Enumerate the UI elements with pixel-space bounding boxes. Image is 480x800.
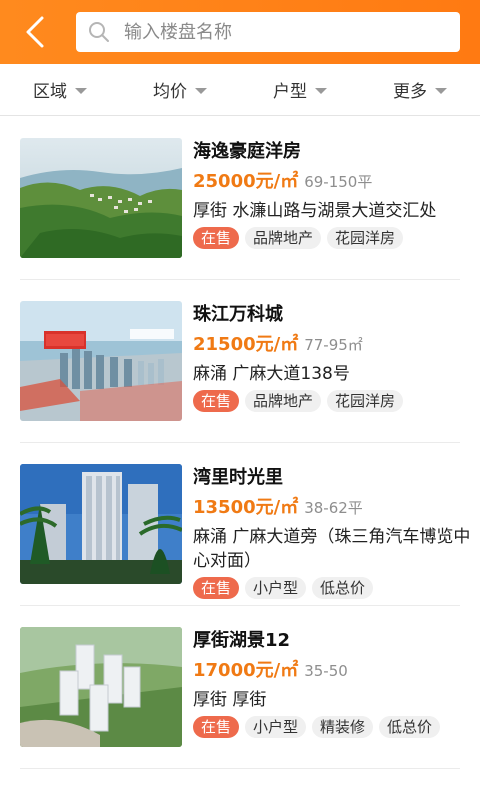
listing-info: 湾里时光里 13500元/㎡ 38-62平 麻涌 广麻大道旁（珠三角汽车博览中心对…: [193, 465, 473, 599]
filter-price[interactable]: 均价: [120, 64, 240, 115]
listing-card[interactable]: 海逸豪庭洋房 25000元/㎡ 69-150平 厚街 水濂山路与湖景大道交汇处 在…: [0, 117, 480, 280]
feature-tag: 品牌地产: [245, 390, 322, 412]
listing-info: 海逸豪庭洋房 25000元/㎡ 69-150平 厚街 水濂山路与湖景大道交汇处 在…: [193, 139, 473, 249]
status-badge: 在售: [193, 227, 240, 249]
filter-label: 更多: [393, 82, 427, 102]
status-badge: 在售: [193, 716, 240, 738]
feature-tag: 低总价: [379, 716, 441, 738]
listing-address: 麻涌 广麻大道旁（珠三角汽车博览中心对面）: [193, 527, 471, 571]
feature-tag: 精装修: [312, 716, 374, 738]
listing-thumbnail: [20, 301, 182, 421]
listing-area: 38-62平: [304, 499, 363, 517]
listing-price: 17000元/㎡: [193, 660, 299, 681]
chevron-left-icon: [26, 16, 44, 48]
filter-label: 区域: [33, 82, 67, 102]
feature-tag: 小户型: [245, 577, 307, 599]
listing-price: 25000元/㎡: [193, 171, 299, 192]
listing-address: 厚街 水濂山路与湖景大道交汇处: [193, 201, 437, 221]
status-badge: 在售: [193, 577, 240, 599]
listing-info: 厚街湖景12 17000元/㎡ 35-50 厚街 厚街 在售 小户型 精装修 低总…: [193, 628, 473, 738]
listing-address: 麻涌 广麻大道138号: [193, 364, 350, 384]
listing-address: 厚街 厚街: [193, 690, 267, 710]
listing-name: 珠江万科城: [193, 304, 283, 325]
status-badge: 在售: [193, 390, 240, 412]
caret-down-icon: [315, 87, 327, 94]
search-icon: [89, 22, 109, 42]
listing-tags: 在售 小户型 精装修 低总价: [193, 716, 473, 738]
listing-area: 69-150平: [304, 173, 373, 191]
listing-card[interactable]: 厚街湖景12 17000元/㎡ 35-50 厚街 厚街 在售 小户型 精装修 低总…: [0, 606, 480, 769]
back-button[interactable]: [18, 14, 54, 50]
filter-label: 户型: [273, 82, 307, 102]
listing-area: 77-95㎡: [304, 336, 363, 354]
caret-down-icon: [195, 87, 207, 94]
feature-tag: 花园洋房: [327, 390, 404, 412]
filter-bar: 区域 均价 户型 更多: [0, 64, 480, 116]
caret-down-icon: [75, 87, 87, 94]
listing-thumbnail: [20, 138, 182, 258]
listing-name: 海逸豪庭洋房: [193, 141, 301, 162]
listing-price: 21500元/㎡: [193, 334, 299, 355]
listing-card[interactable]: 珠江万科城 21500元/㎡ 77-95㎡ 麻涌 广麻大道138号 在售 品牌地产…: [0, 280, 480, 443]
listing-price: 13500元/㎡: [193, 497, 299, 518]
listing-tags: 在售 品牌地产 花园洋房: [193, 227, 473, 249]
listing-list: 海逸豪庭洋房 25000元/㎡ 69-150平 厚街 水濂山路与湖景大道交汇处 在…: [0, 117, 480, 769]
filter-more[interactable]: 更多: [360, 64, 480, 115]
search-input[interactable]: [124, 12, 444, 52]
listing-tags: 在售 品牌地产 花园洋房: [193, 390, 473, 412]
listing-tags: 在售 小户型 低总价: [193, 577, 473, 599]
filter-region[interactable]: 区域: [0, 64, 120, 115]
feature-tag: 品牌地产: [245, 227, 322, 249]
caret-down-icon: [435, 87, 447, 94]
feature-tag: 低总价: [312, 577, 374, 599]
listing-card[interactable]: 湾里时光里 13500元/㎡ 38-62平 麻涌 广麻大道旁（珠三角汽车博览中心对…: [0, 443, 480, 606]
feature-tag: 花园洋房: [327, 227, 404, 249]
listing-name: 湾里时光里: [193, 467, 283, 488]
listing-info: 珠江万科城 21500元/㎡ 77-95㎡ 麻涌 广麻大道138号 在售 品牌地产…: [193, 302, 473, 412]
filter-layout[interactable]: 户型: [240, 64, 360, 115]
filter-label: 均价: [153, 82, 187, 102]
top-bar: [0, 0, 480, 64]
listing-thumbnail: [20, 464, 182, 584]
listing-name: 厚街湖景12: [193, 630, 291, 651]
divider: [20, 768, 460, 769]
feature-tag: 小户型: [245, 716, 307, 738]
listing-area: 35-50: [304, 662, 348, 680]
listing-thumbnail: [20, 627, 182, 747]
search-box[interactable]: [76, 12, 460, 52]
